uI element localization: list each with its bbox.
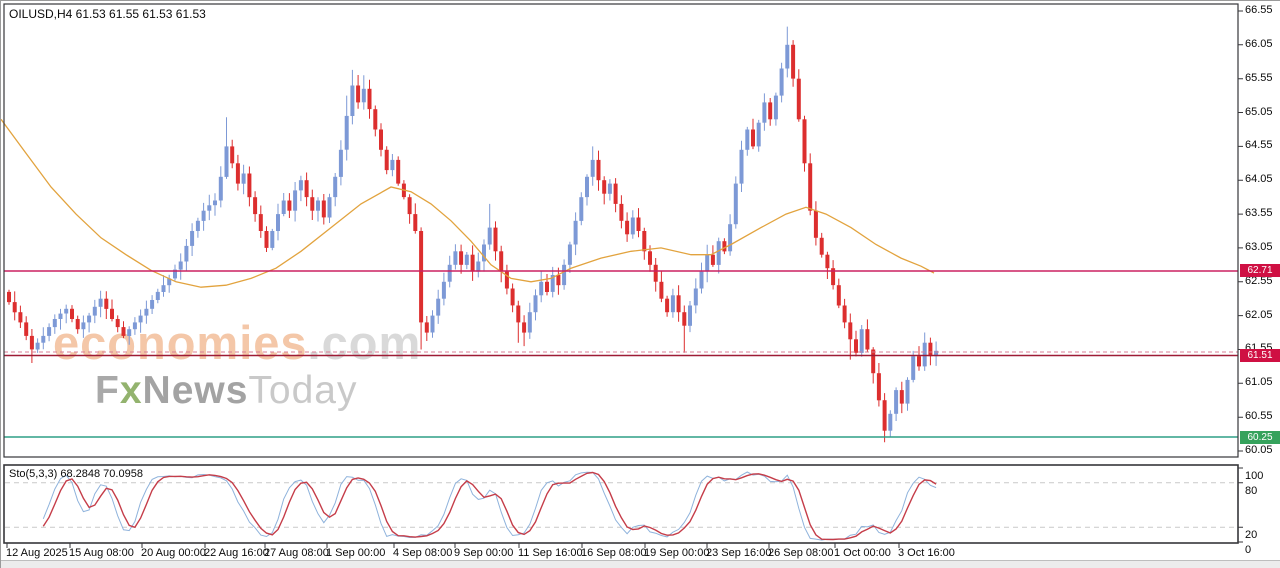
time-axis-label: 19 Sep 00:00 [644,547,709,559]
chart-window: economies.com FxNewsToday OILUSD,H4 61.5… [0,0,1280,568]
down-candles [7,45,932,431]
price-axis-label: 66.05 [1245,38,1273,50]
time-axis-label: 1 Sep 00:00 [326,547,385,559]
chart-canvas[interactable] [1,1,1280,568]
time-axis-label: 16 Sep 08:00 [581,547,646,559]
price-axis-label: 64.55 [1245,139,1273,151]
price-axis-label: 66.55 [1245,4,1273,16]
price-axis-label: 60.55 [1245,410,1273,422]
time-axis-label: 26 Sep 08:00 [768,547,833,559]
up-candles [36,45,939,431]
price-axis-label: 65.55 [1245,72,1273,84]
time-axis-label: 15 Aug 08:00 [69,547,134,559]
stoch-main-line [43,472,936,540]
time-axis-label: 1 Oct 00:00 [834,547,891,559]
time-axis-label: 12 Aug 2025 [6,547,68,559]
price-badge-resistance: 62.71 [1240,264,1280,277]
stoch-axis-label: 100 [1245,470,1263,482]
price-axis-label: 61.05 [1245,376,1273,388]
price-axis-label: 63.05 [1245,241,1273,253]
main-chart-frame [4,4,1238,457]
time-axis-label: 3 Oct 16:00 [898,547,955,559]
price-axis-label: 62.05 [1245,309,1273,321]
price-badge-target: 60.25 [1240,431,1280,444]
time-axis-label: 4 Sep 08:00 [393,547,452,559]
time-axis-label: 27 Aug 08:00 [264,547,329,559]
price-axis-label: 65.05 [1245,106,1273,118]
axis-tick-marks [7,11,1243,548]
stochastic-label: Sto(5,3,3) 68.2848 70.0958 [9,468,143,480]
stoch-axis-label: 20 [1245,529,1257,541]
up-candle-wicks [38,27,937,438]
price-axis-label: 64.05 [1245,173,1273,185]
price-axis-label: 63.55 [1245,207,1273,219]
time-axis-label: 20 Aug 00:00 [141,547,206,559]
down-candle-wicks [9,40,930,442]
stoch-axis-label: 80 [1245,485,1257,497]
time-axis-label: 9 Sep 00:00 [454,547,513,559]
time-axis-label: 23 Sep 16:00 [706,547,771,559]
time-axis-label: 11 Sep 16:00 [518,547,583,559]
price-axis-label: 60.05 [1245,444,1273,456]
stoch-axis-label: 0 [1245,544,1251,556]
time-axis-label: 22 Aug 16:00 [204,547,269,559]
price-badge-support: 61.51 [1240,349,1280,362]
chart-title: OILUSD,H4 61.53 61.55 61.53 61.53 [9,7,206,21]
